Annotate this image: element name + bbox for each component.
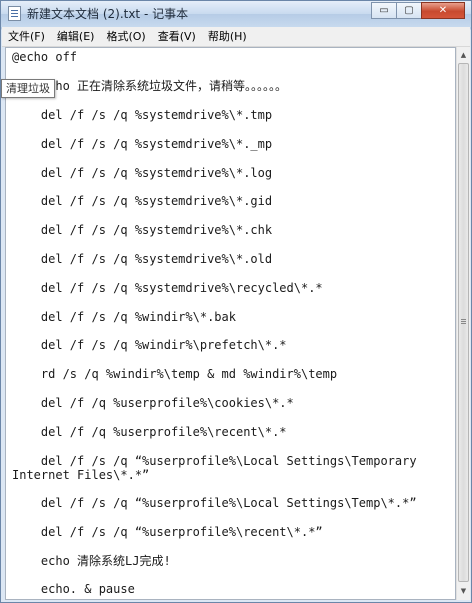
- minimize-button[interactable]: ▭: [371, 2, 397, 19]
- text-line: del /f /s /q %systemdrive%\*._mp: [12, 137, 273, 151]
- scroll-up-arrow-icon[interactable]: ▲: [457, 48, 470, 62]
- text-line: del /f /s /q “%userprofile%\recent\*.*”: [12, 525, 323, 539]
- text-line: rd /s /q %windir%\temp & md %windir%\tem…: [12, 367, 338, 381]
- text-line: echo 清除系统LJ完成!: [12, 554, 171, 568]
- menu-view[interactable]: 查看(V): [152, 27, 202, 46]
- maximize-button[interactable]: ▢: [396, 2, 422, 19]
- text-line: del /f /s /q %windir%\prefetch\*.*: [12, 338, 287, 352]
- text-line: @echo off: [12, 50, 78, 64]
- tooltip: 清理垃圾: [1, 79, 55, 98]
- scroll-thumb[interactable]: [458, 63, 469, 582]
- text-line: Internet Files\*.*”: [12, 468, 150, 482]
- caption-buttons: ▭ ▢ ✕: [371, 2, 465, 19]
- menu-edit[interactable]: 编辑(E): [51, 27, 101, 46]
- text-line: del /f /s /q %systemdrive%\*.gid: [12, 194, 273, 208]
- text-line: del /f /s /q %systemdrive%\*.old: [12, 252, 273, 266]
- title-bar[interactable]: 新建文本文档 (2).txt - 记事本 ▭ ▢ ✕: [1, 1, 471, 27]
- notepad-window: 新建文本文档 (2).txt - 记事本 ▭ ▢ ✕ 文件(F) 编辑(E) 格…: [0, 0, 472, 603]
- text-line: del /f /s /q “%userprofile%\Local Settin…: [12, 496, 417, 510]
- text-line: del /f /s /q “%userprofile%\Local Settin…: [12, 454, 417, 468]
- window-title: 新建文本文档 (2).txt - 记事本: [27, 7, 189, 21]
- close-button[interactable]: ✕: [421, 2, 465, 19]
- text-line: del /f /q %userprofile%\cookies\*.*: [12, 396, 294, 410]
- text-line: del /f /q %userprofile%\recent\*.*: [12, 425, 287, 439]
- menu-format[interactable]: 格式(O): [100, 27, 151, 46]
- notepad-icon: [8, 6, 21, 21]
- text-line: del /f /s /q %systemdrive%\*.log: [12, 166, 273, 180]
- scroll-grip-icon: [461, 319, 466, 320]
- text-line: del /f /s /q %systemdrive%\recycled\*.*: [12, 281, 323, 295]
- menu-file[interactable]: 文件(F): [2, 27, 51, 46]
- text-line: echo. & pause: [12, 582, 135, 596]
- text-line: del /f /s /q %systemdrive%\*.chk: [12, 223, 273, 237]
- text-line: del /f /s /q %windir%\*.bak: [12, 310, 236, 324]
- vertical-scrollbar[interactable]: ▲ ▼: [456, 47, 470, 600]
- menu-bar: 文件(F) 编辑(E) 格式(O) 查看(V) 帮助(H): [2, 27, 470, 47]
- text-line: del /f /s /q %systemdrive%\*.tmp: [12, 108, 273, 122]
- scroll-down-arrow-icon[interactable]: ▼: [457, 584, 470, 598]
- text-editor[interactable]: @echo off echo 正在清除系统垃圾文件，请稍等。。。。。。 del …: [5, 47, 456, 600]
- menu-help[interactable]: 帮助(H): [202, 27, 253, 46]
